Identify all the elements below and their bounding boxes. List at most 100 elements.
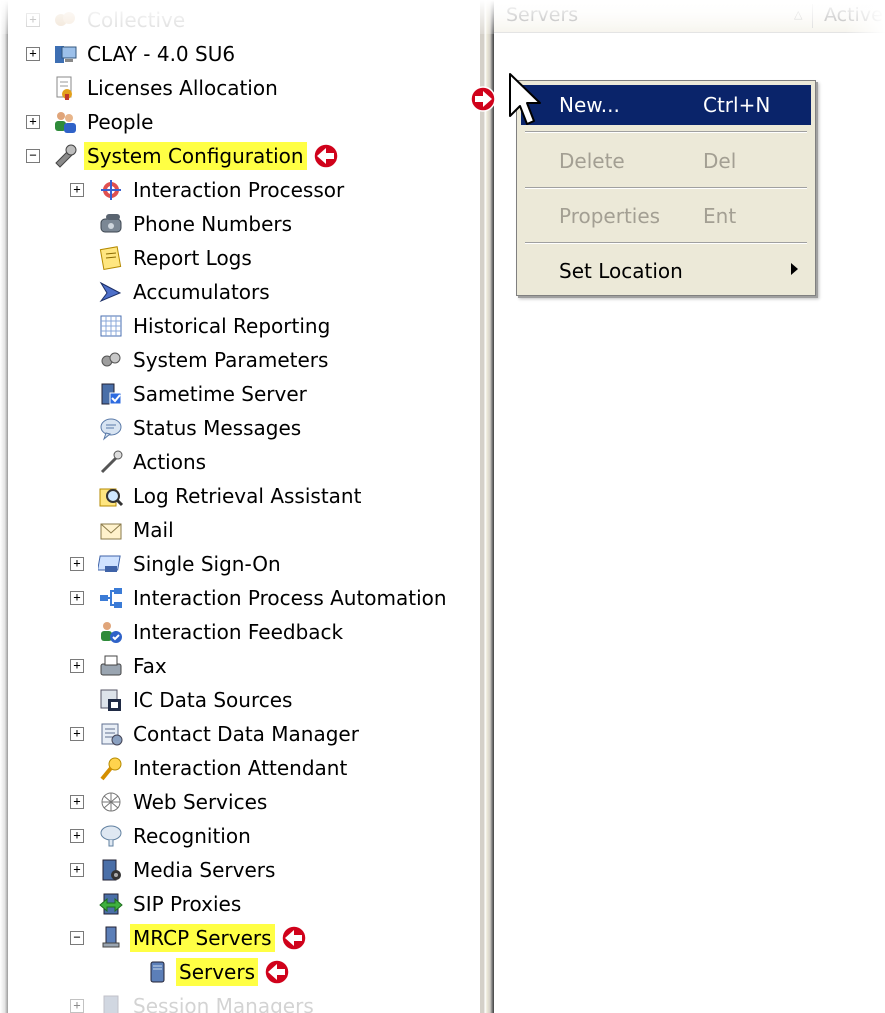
menu-item-label: Set Location — [559, 259, 683, 283]
tree-node-sysconfig[interactable]: − System Configuration — [8, 139, 480, 173]
tree-node-actions[interactable]: Actions — [8, 445, 480, 479]
feedback-icon — [98, 619, 124, 645]
attendant-icon — [98, 755, 124, 781]
window-edge — [0, 0, 8, 1013]
menu-item-set-location[interactable]: Set Location — [521, 251, 811, 291]
tree-node-sso[interactable]: + Single Sign-On — [8, 547, 480, 581]
tree-node-recog[interactable]: + Recognition — [8, 819, 480, 853]
tree-node-label: SIP Proxies — [133, 892, 242, 916]
expand-icon[interactable]: + — [70, 183, 84, 197]
tree-node-licenses[interactable]: Licenses Allocation — [8, 71, 480, 105]
sametime-server-icon — [98, 381, 124, 407]
media-server-icon — [98, 857, 124, 883]
column-header-servers[interactable]: Servers — [506, 4, 578, 26]
tree-node-label: Web Services — [133, 790, 268, 814]
tree-node-label: MRCP Servers — [130, 924, 275, 952]
envelope-icon — [98, 517, 124, 543]
tree-node-mrcp[interactable]: − MRCP Servers — [8, 921, 480, 955]
tree-node-collective[interactable]: + Collective — [8, 3, 480, 37]
expand-icon[interactable]: + — [70, 727, 84, 741]
tree-node-people[interactable]: + People — [8, 105, 480, 139]
expand-icon[interactable]: + — [70, 999, 84, 1013]
server-computer-icon — [52, 41, 78, 67]
menu-item-properties[interactable]: Properties Ent — [521, 196, 811, 236]
menu-separator — [525, 187, 807, 189]
tree-node-label: People — [87, 110, 154, 134]
tree-node-sip[interactable]: SIP Proxies — [8, 887, 480, 921]
tree-node-label: Interaction Attendant — [133, 756, 348, 780]
tree-node-sysparams[interactable]: System Parameters — [8, 343, 480, 377]
tree-node-icdata[interactable]: IC Data Sources — [8, 683, 480, 717]
tree-node-label: Log Retrieval Assistant — [133, 484, 362, 508]
expand-icon[interactable]: + — [70, 863, 84, 877]
expand-icon[interactable]: + — [26, 47, 40, 61]
mrcp-server-icon — [98, 925, 124, 951]
tree-node-label: Session Managers — [133, 994, 314, 1013]
tree-node-label: Servers — [176, 958, 259, 986]
tree-node-label: Historical Reporting — [133, 314, 331, 338]
flowchart-icon — [98, 585, 124, 611]
callout-arrow-icon — [281, 925, 307, 951]
wand-icon — [98, 449, 124, 475]
expand-icon[interactable]: + — [70, 557, 84, 571]
menu-separator — [525, 242, 807, 244]
submenu-arrow-icon — [791, 263, 798, 275]
tree-node-mail[interactable]: Mail — [8, 513, 480, 547]
tree-node-label: CLAY - 4.0 SU6 — [87, 42, 236, 66]
collapse-icon[interactable]: − — [26, 149, 40, 163]
gears-icon — [98, 347, 124, 373]
navigation-tree: + Collective + CLAY - 4.0 SU6 Licenses Alloc… — [8, 0, 480, 1013]
callout-arrow-icon — [313, 143, 339, 169]
tree-node-label: Actions — [133, 450, 207, 474]
list-header: Servers △ Active — [494, 0, 885, 33]
column-header-active[interactable]: Active — [824, 4, 883, 26]
pane-splitter[interactable] — [480, 0, 494, 1013]
menu-item-new[interactable]: New... Ctrl+N — [521, 85, 811, 125]
tree-node-websvc[interactable]: + Web Services — [8, 785, 480, 819]
tree-node-feedback[interactable]: Interaction Feedback — [8, 615, 480, 649]
tree-node-logret[interactable]: Log Retrieval Assistant — [8, 479, 480, 513]
server-icon — [144, 959, 170, 985]
tree-node-cdm[interactable]: + Contact Data Manager — [8, 717, 480, 751]
tree-node-ipa[interactable]: + Interaction Process Automation — [8, 581, 480, 615]
tree-node-attendant[interactable]: Interaction Attendant — [8, 751, 480, 785]
tree-node-phone[interactable]: Phone Numbers — [8, 207, 480, 241]
people-icon — [52, 109, 78, 135]
tree-node-clay[interactable]: + CLAY - 4.0 SU6 — [8, 37, 480, 71]
menu-item-delete[interactable]: Delete Del — [521, 141, 811, 181]
expand-icon[interactable]: + — [70, 591, 84, 605]
tree-node-sessmgr[interactable]: + Session Managers — [8, 989, 480, 1013]
data-source-icon — [98, 687, 124, 713]
expand-icon[interactable]: + — [26, 13, 40, 27]
column-divider[interactable] — [812, 4, 813, 28]
tree-node-label: Collective — [87, 8, 186, 32]
callout-arrow-icon — [264, 959, 290, 985]
tree-node-ip[interactable]: + Interaction Processor — [8, 173, 480, 207]
tree-node-label: Phone Numbers — [133, 212, 293, 236]
collective-icon — [52, 7, 78, 33]
menu-item-label: Properties — [559, 204, 661, 228]
callout-arrow-icon — [470, 86, 496, 112]
tree-node-label: Report Logs — [133, 246, 252, 270]
sso-icon — [98, 551, 124, 577]
tree-node-label: Single Sign-On — [133, 552, 281, 576]
license-icon — [52, 75, 78, 101]
tree-node-accum[interactable]: Accumulators — [8, 275, 480, 309]
tree-node-label: Licenses Allocation — [87, 76, 278, 100]
expand-icon[interactable]: + — [70, 659, 84, 673]
tree-node-media[interactable]: + Media Servers — [8, 853, 480, 887]
tree-node-reportlogs[interactable]: Report Logs — [8, 241, 480, 275]
tree-node-label: Interaction Processor — [133, 178, 345, 202]
tree-node-label: Sametime Server — [133, 382, 307, 406]
collapse-icon[interactable]: − — [70, 931, 84, 945]
tree-node-label: Interaction Process Automation — [133, 586, 447, 610]
tree-node-servers[interactable]: Servers — [8, 955, 480, 989]
tree-node-histrep[interactable]: Historical Reporting — [8, 309, 480, 343]
expand-icon[interactable]: + — [26, 115, 40, 129]
expand-icon[interactable]: + — [70, 795, 84, 809]
expand-icon[interactable]: + — [70, 829, 84, 843]
tree-node-sametime[interactable]: Sametime Server — [8, 377, 480, 411]
tree-node-label: Fax — [133, 654, 167, 678]
tree-node-fax[interactable]: + Fax — [8, 649, 480, 683]
tree-node-status[interactable]: Status Messages — [8, 411, 480, 445]
